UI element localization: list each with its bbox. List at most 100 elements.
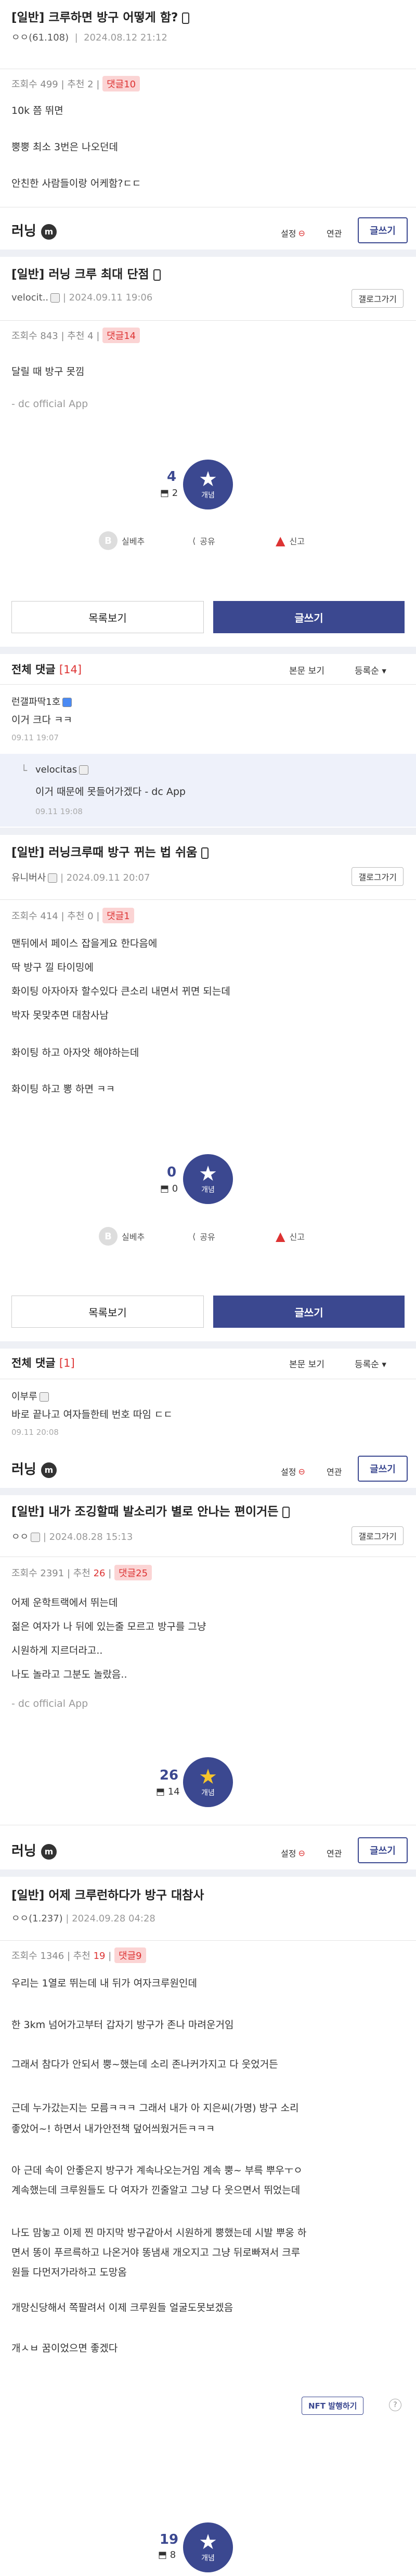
share-button[interactable]: ⟨ 공유 — [192, 534, 215, 547]
recommend-button[interactable]: ★ 개념 — [183, 1757, 233, 1807]
gallery-name[interactable]: 러닝 m — [11, 1840, 57, 1860]
gallery-name[interactable]: 러닝 m — [11, 220, 57, 240]
post-stats: 조회수 414 | 추천 0 | 댓글1 — [11, 908, 134, 923]
comment-date: 09.11 19:07 — [11, 733, 59, 742]
post-stats: 조회수 499 | 추천 2 | 댓글10 — [11, 76, 140, 91]
write-button[interactable]: 글쓰기 — [358, 217, 408, 243]
siren-icon: ▲ — [276, 1229, 285, 1244]
fixed-count: ⬒ 14 — [156, 1786, 180, 1797]
post-meta: velocit.. | 2024.09.11 19:06 — [11, 292, 153, 303]
gallog-button[interactable]: 갤로그가기 — [352, 289, 404, 308]
setting-link[interactable]: 설정 ⊖ — [281, 1847, 305, 1859]
gallog-icon — [39, 1392, 49, 1402]
mydcc-button[interactable]: B 실베추 — [99, 531, 145, 550]
post-title[interactable]: [일반] 러닝 크루 최대 단점 — [11, 264, 161, 282]
related-link[interactable]: 연관 — [327, 1465, 342, 1477]
comment-body: 이거 크다 ㅋㅋ — [11, 714, 72, 726]
write-button[interactable]: 글쓰기 — [358, 1456, 408, 1482]
post-body-line: 딱 방구 낄 타이밍에 — [11, 962, 94, 973]
post-body-line: 우리는 1열로 뛰는데 내 뒤가 여자크루원인데 — [11, 1978, 197, 1989]
recommend-button[interactable]: ★ 개념 — [183, 2522, 233, 2572]
b-icon: B — [99, 531, 118, 550]
comment-author[interactable]: 런갤파딱1호 — [11, 695, 72, 708]
post-source: - dc official App — [11, 1698, 88, 1709]
recommend-button[interactable]: ★ 개념 — [183, 460, 233, 509]
post-body-line: 아 근데 속이 안좋은지 방구가 계속나오는거임 계속 뿡~ 부륵 뿌우ㅜㅇ — [11, 2165, 303, 2176]
star-icon: ★ — [199, 1162, 217, 1186]
share-button[interactable]: ⟨ 공유 — [192, 1230, 215, 1243]
mobile-icon — [182, 12, 190, 24]
recommend-count: 0 — [166, 1165, 177, 1180]
b-icon: B — [99, 1227, 118, 1246]
post-title[interactable]: [일반] 내가 조깅할때 발소리가 별로 안나는 편이거든 — [11, 1501, 290, 1519]
comments-header: 전체 댓글 [14] — [11, 663, 82, 676]
gallery-name[interactable]: 러닝 m — [11, 1459, 57, 1478]
nft-button[interactable]: NFT 발행하기 — [302, 2397, 364, 2415]
help-icon[interactable]: ? — [389, 2399, 401, 2411]
post-body-line: 계속했는데 크루원들도 다 여자가 낀줄알고 그냥 다 웃으면서 뛰었는데 — [11, 2185, 301, 2196]
post-body-line: 맨뒤에서 페이스 잡을게요 한다음에 — [11, 938, 158, 949]
comment-date: 09.11 20:08 — [11, 1428, 59, 1437]
post-body-line: 화이팅 아자아자 할수있다 큰소리 내면서 뀌면 되는데 — [11, 986, 230, 997]
view-body-link[interactable]: 본문 보기 — [289, 663, 324, 676]
post-body-line: 나도 놀라고 그분도 놀랐음.. — [11, 1669, 127, 1680]
gallog-icon — [62, 698, 72, 707]
post-body-line: 뿡뿡 최소 3번은 나오던데 — [11, 141, 119, 153]
post-title[interactable]: [일반] 러닝크루때 방구 뀌는 법 쉬움 — [11, 842, 209, 860]
star-icon: ★ — [199, 2530, 217, 2554]
mobile-icon — [153, 269, 161, 281]
fixed-count: ⬒ 0 — [160, 1183, 178, 1194]
post-meta: ㅇㅇ(61.108) | 2024.08.12 21:12 — [11, 32, 167, 43]
order-select[interactable]: 등록순 ▾ — [355, 1357, 386, 1370]
post-body-line: 개망신당해서 쪽팔려서 이제 크루원들 얼굴도못보겠음 — [11, 2302, 233, 2313]
gallog-icon — [31, 1533, 41, 1542]
related-link[interactable]: 연관 — [327, 227, 342, 239]
list-button[interactable]: 목록보기 — [11, 601, 204, 633]
reply-date: 09.11 19:08 — [35, 807, 83, 816]
setting-link[interactable]: 설정 ⊖ — [281, 1465, 305, 1477]
mydcc-button[interactable]: B 실베추 — [99, 1227, 145, 1246]
mobile-icon — [282, 1506, 290, 1518]
post-body-line: 박자 못맞추면 대참사남 — [11, 1010, 109, 1021]
post-body-line: 원들 다먼저가라하고 도망옴 — [11, 2267, 127, 2278]
star-icon: ★ — [199, 1765, 217, 1789]
write-button[interactable]: 글쓰기 — [213, 601, 405, 633]
reply-arrow-icon: └ — [21, 764, 28, 777]
order-select[interactable]: 등록순 ▾ — [355, 663, 386, 676]
reply-body: 이거 때문에 못들어가겠다 - dc App — [35, 786, 186, 797]
recommend-count: 26 — [159, 1768, 179, 1783]
recommend-button[interactable]: ★ 개념 — [183, 1154, 233, 1204]
share-icon: ⟨ — [192, 535, 196, 546]
minor-gallery-icon: m — [41, 1843, 57, 1860]
gallog-icon — [50, 293, 60, 303]
write-button[interactable]: 글쓰기 — [358, 1837, 408, 1863]
comment-author[interactable]: 이부루 — [11, 1389, 49, 1403]
post-body-line: 어제 운학트랙에서 뛰는데 — [11, 1597, 118, 1609]
gallog-button[interactable]: 갤로그가기 — [352, 1526, 404, 1545]
setting-link[interactable]: 설정 ⊖ — [281, 227, 305, 239]
post-body-line: 그래서 참다가 안되서 뿡~했는데 소리 존나커가지고 다 웃었거든 — [11, 2059, 278, 2070]
post-source: - dc official App — [11, 398, 88, 410]
report-button[interactable]: ▲ 신고 — [276, 1229, 305, 1244]
report-button[interactable]: ▲ 신고 — [276, 533, 305, 548]
fixed-count: ⬒ 2 — [160, 488, 178, 499]
post-title[interactable]: [일반] 어제 크루런하다가 방구 대참사 — [11, 1885, 204, 1903]
view-body-link[interactable]: 본문 보기 — [289, 1357, 324, 1370]
post-body-line: 10k 쯤 뛰면 — [11, 105, 63, 116]
post-stats: 조회수 843 | 추천 4 | 댓글14 — [11, 328, 140, 343]
mobile-icon — [201, 847, 209, 859]
post-body-line: 나도 맘놓고 이제 찐 마지막 방구같아서 시원하게 뿡했는데 시발 뿌웅 하 — [11, 2227, 307, 2239]
post-body-line: 좋았어~! 하면서 내가안전책 덮어씌웠거든ㅋㅋㅋ — [11, 2123, 215, 2135]
post-title[interactable]: [일반] 크루하면 방구 어떻게 함? — [11, 7, 190, 25]
write-button[interactable]: 글쓰기 — [213, 1296, 405, 1328]
list-button[interactable]: 목록보기 — [11, 1296, 204, 1328]
fixed-count: ⬒ 8 — [158, 2549, 176, 2560]
reply-author[interactable]: velocitas — [35, 764, 89, 775]
comments-header: 전체 댓글 [1] — [11, 1357, 75, 1369]
related-link[interactable]: 연관 — [327, 1847, 342, 1859]
post-body-line: 근데 누가갔는지는 모름ㅋㅋㅋ 그래서 내가 아 지은씨(가명) 방구 소리 — [11, 2102, 299, 2114]
post-body-line: 안친한 사람들이랑 어케함?ㄷㄷ — [11, 178, 141, 189]
post-body-line: 면서 똥이 푸르륵하고 나온거야 똥냄새 개오지고 그냥 뒤로빠져서 크루 — [11, 2247, 301, 2258]
share-icon: ⟨ — [192, 1231, 196, 1241]
gallog-button[interactable]: 갤로그가기 — [352, 867, 404, 886]
